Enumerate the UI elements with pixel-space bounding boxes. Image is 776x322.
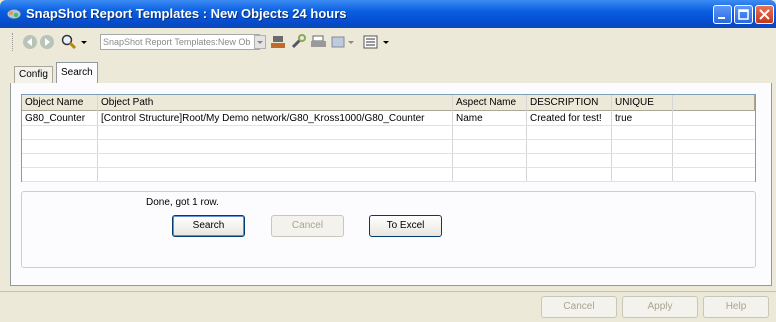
dropdown-icon[interactable] bbox=[347, 34, 355, 50]
network-icon[interactable] bbox=[270, 34, 288, 50]
window-title: SnapShot Report Templates : New Objects … bbox=[26, 6, 347, 21]
table-row bbox=[22, 168, 755, 182]
forward-icon[interactable] bbox=[39, 34, 55, 50]
apply-button[interactable]: Apply bbox=[622, 296, 698, 318]
app-window: SnapShot Report Templates : New Objects … bbox=[0, 0, 776, 322]
cell-unique[interactable]: true bbox=[612, 112, 673, 126]
close-button[interactable] bbox=[755, 5, 774, 24]
cell-object-name[interactable]: G80_Counter bbox=[22, 112, 98, 126]
table-row bbox=[22, 126, 755, 140]
table-row bbox=[22, 154, 755, 168]
minimize-button[interactable] bbox=[713, 5, 732, 24]
tab-config[interactable]: Config bbox=[14, 66, 53, 83]
toolbar-grip[interactable] bbox=[12, 33, 16, 51]
view-icon[interactable] bbox=[331, 34, 345, 50]
table-row bbox=[22, 140, 755, 154]
status-text: Done, got 1 row. bbox=[146, 197, 219, 208]
cell-description[interactable]: Created for test! bbox=[527, 112, 612, 126]
chevron-down-icon bbox=[257, 41, 263, 44]
cell-object-path[interactable]: [Control Structure]Root/My Demo network/… bbox=[98, 112, 453, 126]
cell-aspect-name[interactable]: Name bbox=[453, 112, 527, 126]
close-icon bbox=[759, 9, 770, 20]
back-icon[interactable] bbox=[22, 34, 38, 50]
toolbar: SnapShot Report Templates:New Ob bbox=[4, 30, 772, 54]
address-field[interactable]: SnapShot Report Templates:New Ob bbox=[100, 34, 260, 50]
to-excel-button[interactable]: To Excel bbox=[369, 215, 442, 237]
minimize-icon bbox=[718, 17, 725, 19]
maximize-icon bbox=[738, 9, 749, 20]
dropdown-icon[interactable] bbox=[80, 34, 88, 50]
list-icon[interactable] bbox=[362, 34, 380, 50]
search-button[interactable]: Search bbox=[172, 215, 245, 237]
column-header-empty bbox=[673, 95, 755, 111]
address-dropdown-button[interactable] bbox=[254, 35, 266, 49]
cancel-button[interactable]: Cancel bbox=[541, 296, 617, 318]
table-row[interactable]: G80_Counter [Control Structure]Root/My D… bbox=[22, 112, 755, 126]
footer-divider bbox=[0, 291, 776, 292]
title-bar[interactable]: SnapShot Report Templates : New Objects … bbox=[0, 0, 776, 28]
maximize-button[interactable] bbox=[734, 5, 753, 24]
results-table: Object Name Object Path Aspect Name DESC… bbox=[21, 94, 756, 182]
cancel-search-button[interactable]: Cancel bbox=[271, 215, 344, 237]
tools-icon[interactable] bbox=[290, 34, 308, 50]
help-button[interactable]: Help bbox=[703, 296, 769, 318]
print-icon[interactable] bbox=[310, 34, 328, 50]
tab-search[interactable]: Search bbox=[56, 62, 98, 83]
dropdown-icon[interactable] bbox=[382, 34, 390, 50]
app-icon bbox=[6, 8, 22, 20]
search-icon[interactable] bbox=[60, 34, 78, 50]
